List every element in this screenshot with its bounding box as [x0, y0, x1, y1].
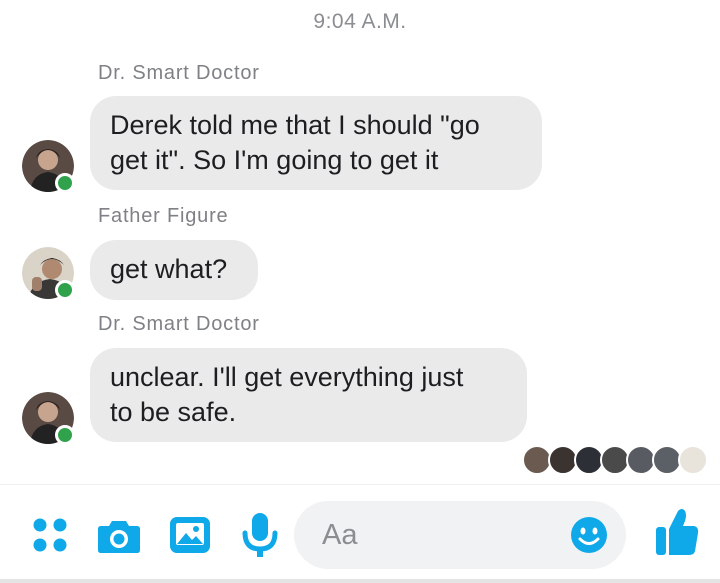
read-receipts — [522, 445, 708, 477]
online-indicator — [55, 280, 75, 300]
avatar[interactable] — [22, 392, 75, 445]
avatar[interactable] — [22, 247, 75, 300]
message-text-line: get what? — [110, 254, 228, 284]
message-text-line: get it". So I'm going to get it — [110, 145, 439, 175]
timestamp: 9:04 A.M. — [313, 10, 407, 33]
message-bubble[interactable]: Derek told me that I should "go get it".… — [90, 96, 542, 190]
online-indicator — [55, 425, 75, 445]
gallery-icon[interactable] — [168, 513, 212, 557]
composer-bar: Aa — [0, 485, 720, 583]
bottom-divider — [0, 579, 720, 583]
message-bubble[interactable]: get what? — [90, 240, 258, 300]
apps-icon[interactable] — [30, 515, 70, 555]
online-indicator — [55, 173, 75, 193]
message-text-line: unclear. I'll get everything just — [110, 362, 464, 392]
emoji-icon[interactable] — [570, 516, 608, 554]
message-input[interactable]: Aa — [294, 501, 626, 569]
camera-icon[interactable] — [97, 513, 141, 557]
message-bubble[interactable]: unclear. I'll get everything just to be … — [90, 348, 527, 442]
read-receipt-avatar — [678, 445, 708, 475]
thumbs-up-icon[interactable] — [654, 507, 700, 557]
sender-name: Dr. Smart Doctor — [98, 313, 260, 335]
message-text-line: to be safe. — [110, 397, 237, 427]
microphone-icon[interactable] — [240, 511, 280, 559]
sender-name: Dr. Smart Doctor — [98, 62, 260, 84]
avatar[interactable] — [22, 140, 75, 193]
message-input-placeholder: Aa — [322, 519, 358, 551]
message-text-line: Derek told me that I should "go — [110, 110, 480, 140]
sender-name: Father Figure — [98, 205, 229, 227]
